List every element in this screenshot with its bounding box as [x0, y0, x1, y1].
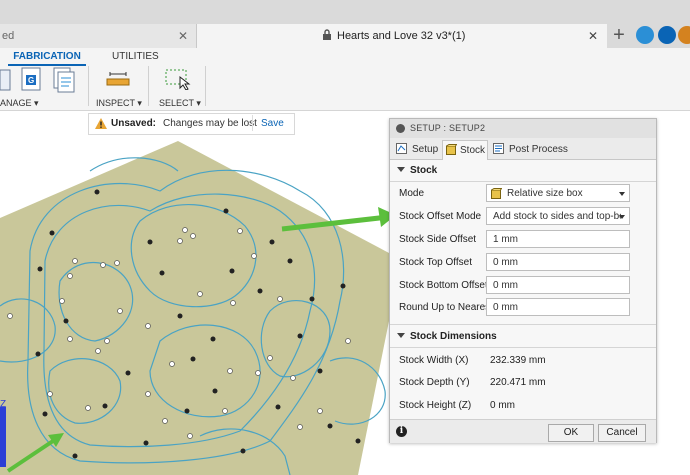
- chevron-down-icon: [397, 167, 405, 172]
- round-up-input[interactable]: 0 mm: [486, 298, 630, 316]
- stock-icon: [446, 144, 457, 155]
- ok-button[interactable]: OK: [548, 424, 594, 442]
- dialog-title: SETUP : SETUP2: [410, 123, 486, 133]
- close-icon[interactable]: ✕: [588, 29, 598, 43]
- mode-value: Relative size box: [507, 188, 583, 199]
- chevron-down-icon: [619, 215, 625, 219]
- tab-title: ed: [2, 30, 15, 42]
- dialog-tabs: Setup Stock Post Process: [390, 138, 656, 160]
- stock-width-label: Stock Width (X): [399, 355, 469, 366]
- dimensions-section-header[interactable]: Stock Dimensions: [390, 327, 656, 347]
- mode-dropdown[interactable]: Relative size box: [486, 184, 630, 202]
- divider: [205, 66, 206, 106]
- divider: [390, 181, 656, 182]
- divider: [390, 347, 656, 348]
- top-offset-label: Stock Top Offset: [399, 257, 473, 268]
- divider: [88, 66, 89, 106]
- mode-label: Mode: [399, 188, 425, 199]
- z-axis-label: Z: [0, 399, 6, 410]
- warning-icon: [95, 118, 107, 129]
- tab-active-document[interactable]: Hearts and Love 32 v3*(1) ✕: [197, 24, 607, 48]
- select-window-icon[interactable]: [165, 68, 191, 90]
- unsaved-notice-bar: Unsaved: Changes may be lost Save: [88, 113, 295, 135]
- stock-height-value: 0 mm: [490, 400, 515, 411]
- stock-width-value: 232.339 mm: [490, 355, 546, 366]
- post-process-icon: [493, 143, 504, 154]
- stock-depth-value: 220.471 mm: [490, 377, 546, 388]
- tab-previous-document[interactable]: ed ✕: [0, 24, 197, 48]
- chevron-down-icon: [397, 333, 405, 338]
- manage-tools-icons[interactable]: G: [0, 66, 80, 94]
- select-group-label[interactable]: SELECT ▾: [159, 98, 201, 109]
- save-button[interactable]: Save: [252, 115, 292, 131]
- new-tab-button[interactable]: +: [609, 25, 629, 45]
- close-icon[interactable]: ✕: [178, 29, 188, 43]
- account-icon[interactable]: [678, 26, 690, 44]
- setup-dialog: SETUP : SETUP2 Setup Stock Post Process: [389, 118, 657, 443]
- tab-title: Hearts and Love 32 v3*(1): [337, 30, 466, 42]
- side-offset-label: Stock Side Offset: [399, 234, 477, 245]
- tab-stock[interactable]: Stock: [442, 140, 488, 160]
- stock-section-header[interactable]: Stock: [390, 161, 656, 181]
- lock-icon: [323, 29, 331, 40]
- dialog-footer: i OK Cancel: [390, 419, 656, 443]
- cancel-button[interactable]: Cancel: [598, 424, 646, 442]
- measure-icon[interactable]: [106, 70, 130, 88]
- offset-mode-value: Add stock to sides and top-botto...: [493, 211, 621, 222]
- stock-depth-label: Stock Depth (Y): [399, 377, 470, 388]
- round-up-label: Round Up to Nearest: [399, 302, 493, 313]
- tab-utilities[interactable]: UTILITIES: [112, 51, 159, 62]
- top-offset-input[interactable]: 0 mm: [486, 253, 630, 271]
- tab-fabrication[interactable]: FABRICATION: [8, 51, 86, 62]
- tab-setup[interactable]: Setup: [394, 140, 442, 159]
- bottom-offset-input[interactable]: 0 mm: [486, 276, 630, 294]
- help-icon[interactable]: [658, 26, 676, 44]
- inspect-group-label[interactable]: INSPECT ▾: [96, 98, 142, 109]
- tab-post-process[interactable]: Post Process: [491, 140, 571, 159]
- side-offset-input[interactable]: 1 mm: [486, 230, 630, 248]
- z-axis-indicator: [0, 407, 6, 467]
- svg-text:G: G: [28, 76, 34, 85]
- info-icon[interactable]: i: [396, 426, 407, 437]
- setup-icon: [396, 143, 407, 154]
- browser-tab-strip: ed ✕ Hearts and Love 32 v3*(1) ✕ +: [0, 0, 690, 48]
- offset-mode-label: Stock Offset Mode: [399, 211, 482, 222]
- stock-box-icon: [491, 188, 502, 199]
- tab-label: Setup: [412, 144, 439, 155]
- chevron-down-icon: [619, 192, 625, 196]
- toolbar-ribbon: FABRICATION UTILITIES G ANAGE ▾ INSPECT …: [0, 48, 690, 111]
- divider: [390, 324, 656, 325]
- tab-label: Post Process: [509, 144, 568, 155]
- stock-height-label: Stock Height (Z): [399, 400, 472, 411]
- divider: [148, 66, 149, 106]
- online-status-icon[interactable]: [636, 26, 654, 44]
- bottom-offset-label: Stock Bottom Offset: [399, 280, 488, 291]
- dialog-header[interactable]: SETUP : SETUP2: [390, 119, 656, 139]
- collapse-icon[interactable]: [396, 124, 405, 133]
- unsaved-label: Unsaved:: [111, 118, 157, 129]
- unsaved-message: Changes may be lost: [163, 118, 257, 129]
- tab-label: Stock: [460, 145, 486, 156]
- offset-mode-dropdown[interactable]: Add stock to sides and top-botto...: [486, 207, 630, 225]
- manage-group-label[interactable]: ANAGE ▾: [0, 98, 39, 109]
